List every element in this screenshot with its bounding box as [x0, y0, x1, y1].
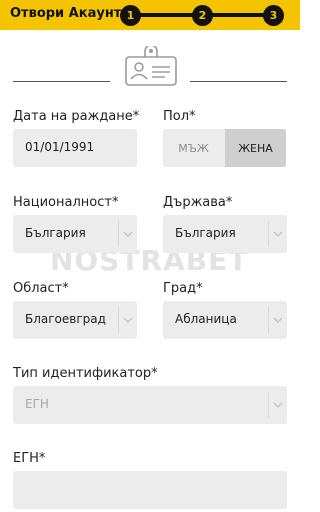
gender-toggle[interactable]: МЪЖ ЖЕНА [163, 129, 286, 167]
gender-option-male[interactable]: МЪЖ [163, 129, 224, 167]
chevron-down-icon [123, 231, 133, 237]
country-select[interactable]: България [163, 215, 287, 253]
city-label: Град* [163, 281, 203, 296]
birthdate-value: 01/01/1991 [25, 140, 95, 154]
country-value: България [175, 226, 236, 240]
id-card-icon [125, 46, 177, 86]
region-value: Благоевград [25, 312, 106, 326]
birthdate-input[interactable]: 01/01/1991 [13, 129, 137, 167]
id-type-value: ЕГН [25, 397, 49, 411]
step-2-indicator: 2 [192, 5, 213, 26]
nationality-select[interactable]: България [13, 215, 137, 253]
id-type-label: Тип идентификатор* [13, 366, 158, 381]
nationality-value: България [25, 226, 86, 240]
city-value: Абланица [175, 312, 237, 326]
region-select[interactable]: Благоевград [13, 301, 137, 339]
id-type-select[interactable]: ЕГН [13, 386, 287, 424]
egn-input[interactable] [13, 471, 287, 509]
divider-right [190, 81, 287, 82]
chevron-down-icon [123, 317, 133, 323]
gender-option-female[interactable]: ЖЕНА [225, 129, 286, 167]
header-bar: Отвори Акаунт 1 2 3 [0, 0, 300, 30]
chevron-down-icon [273, 231, 283, 237]
divider-left [13, 81, 110, 82]
chevron-down-icon [273, 317, 283, 323]
step-1-indicator: 1 [120, 5, 141, 26]
region-label: Област* [13, 281, 69, 296]
nationality-label: Националност* [13, 195, 119, 210]
egn-label: ЕГН* [13, 451, 46, 466]
step-3-indicator: 3 [263, 5, 284, 26]
country-label: Държава* [163, 195, 233, 210]
birthdate-label: Дата на раждане* [13, 109, 140, 124]
page-title: Отвори Акаунт [10, 6, 122, 21]
chevron-down-icon [273, 402, 283, 408]
city-select[interactable]: Абланица [163, 301, 287, 339]
gender-label: Пол* [163, 109, 196, 124]
